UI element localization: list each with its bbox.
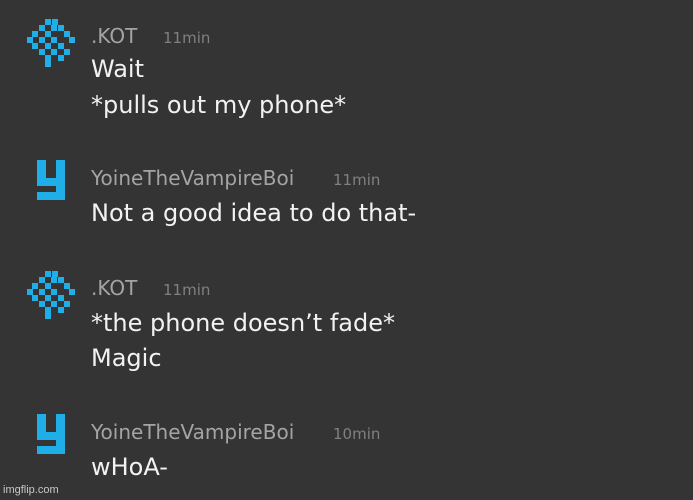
message-text: Not a good idea to do that- [91,198,416,228]
message-text: Magic [91,343,162,373]
username[interactable]: .KOT [91,276,137,300]
username[interactable]: .KOT [91,24,137,48]
message-text: *pulls out my phone* [91,90,346,120]
username[interactable]: YoineTheVampireBoi [91,166,294,190]
timestamp: 11min [163,28,210,48]
message-text: *the phone doesn’t fade* [91,308,395,338]
chat-log: .KOT 11min Wait *pulls out my phone* Yoi… [0,0,693,500]
message-text: Wait [91,54,144,84]
timestamp: 11min [163,280,210,300]
timestamp: 10min [333,424,380,444]
imgflip-watermark: imgflip.com [3,483,59,497]
message-text: wHoA- [91,452,168,482]
username[interactable]: YoineTheVampireBoi [91,420,294,444]
timestamp: 11min [333,170,380,190]
pixel-diamond-avatar-icon[interactable] [26,18,76,68]
pixel-diamond-avatar-icon[interactable] [26,270,76,320]
pixel-y-avatar-icon[interactable] [26,414,76,464]
pixel-y-avatar-icon[interactable] [26,160,76,210]
